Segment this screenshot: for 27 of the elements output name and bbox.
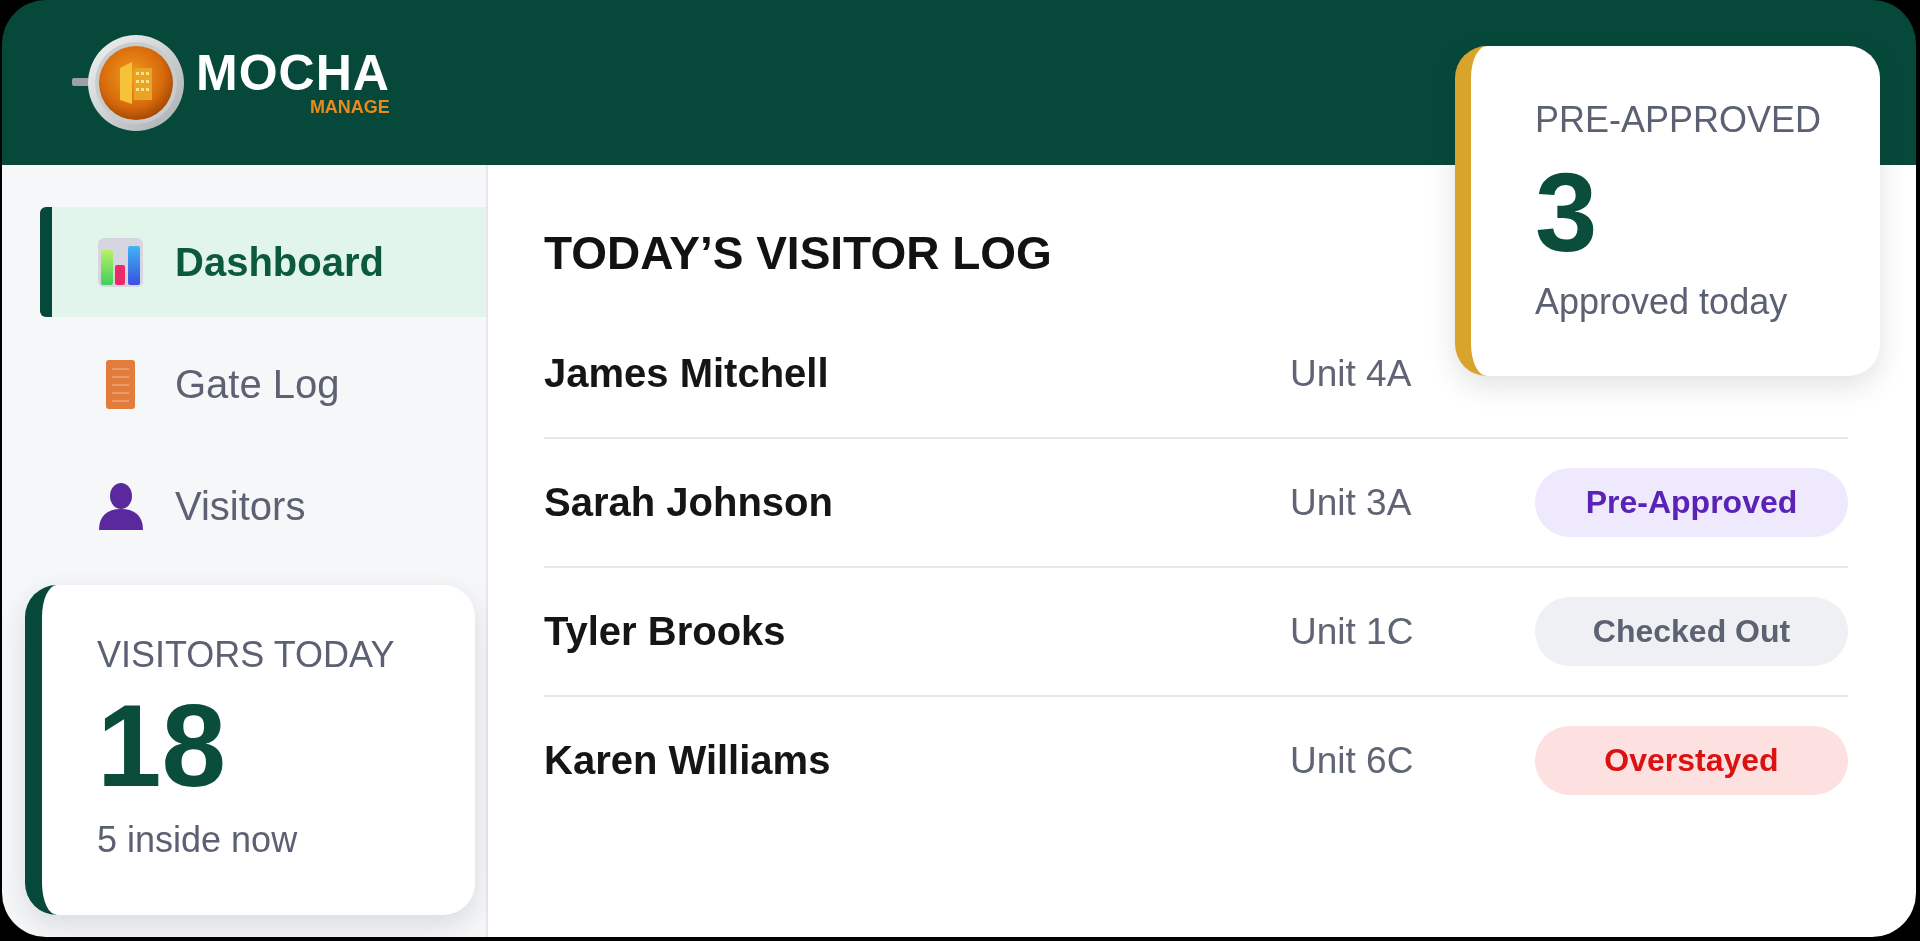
- unit-number: Unit 1C: [1290, 610, 1414, 653]
- stat-title: PRE-APPROVED: [1535, 100, 1823, 140]
- visitor-name: Tyler Brooks: [544, 609, 786, 654]
- visitor-name: James Mitchell: [544, 351, 829, 396]
- status-badge: Checked Out: [1535, 597, 1848, 666]
- bar-chart-icon: [98, 237, 143, 287]
- brand-name: MOCHA: [196, 49, 390, 96]
- unit-number: Unit 6C: [1290, 739, 1414, 782]
- unit-number: Unit 4A: [1290, 352, 1412, 395]
- stat-title: VISITORS TODAY: [97, 635, 396, 675]
- sidebar-item[interactable]: Dashboard: [40, 207, 486, 317]
- status-badge: Overstayed: [1535, 726, 1848, 795]
- cup-logo-icon: [72, 33, 184, 132]
- stat-value: 18: [97, 688, 227, 804]
- person-icon: [98, 482, 143, 530]
- visitor-name: Sarah Johnson: [544, 480, 833, 525]
- stat-value: 3: [1535, 157, 1598, 269]
- section-title: TODAY’S VISITOR LOG: [544, 228, 1052, 278]
- unit-number: Unit 3A: [1290, 481, 1412, 524]
- stat-caption: Approved today: [1535, 282, 1789, 322]
- document-icon: [106, 359, 135, 409]
- sidebar-item[interactable]: Gate Log: [40, 329, 486, 439]
- sidebar-item[interactable]: Visitors: [40, 451, 486, 561]
- status-badge: Pre-Approved: [1535, 468, 1848, 537]
- brand-tagline: MANAGE: [309, 97, 390, 116]
- visitor-name: Karen Williams: [544, 738, 831, 783]
- stat-caption: 5 inside now: [97, 820, 299, 860]
